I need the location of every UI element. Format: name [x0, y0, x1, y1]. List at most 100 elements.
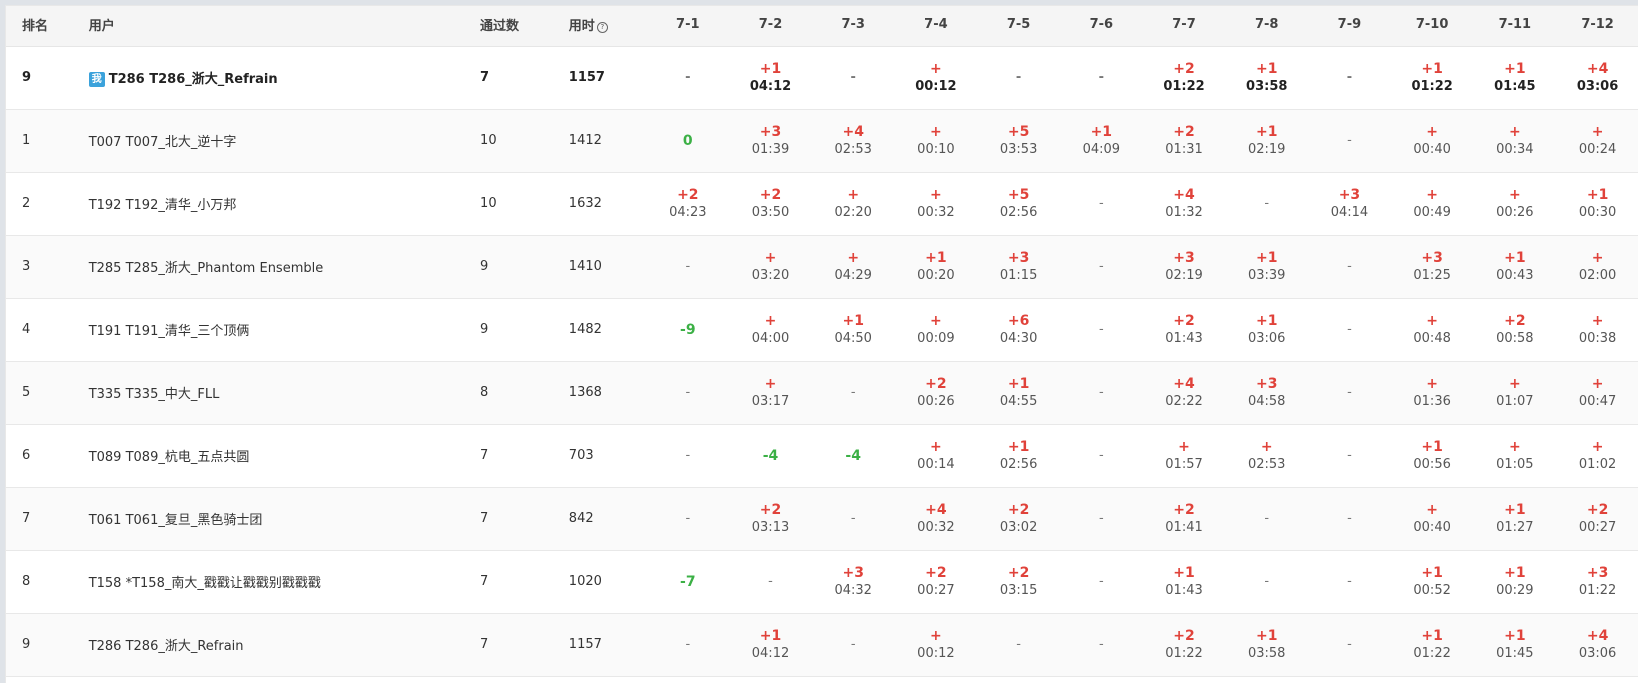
problem-cell-7-2[interactable]: -4	[729, 424, 812, 488]
header-problem-7-8[interactable]: 7-8	[1225, 6, 1309, 47]
problem-cell-7-12[interactable]: +2 00:27	[1556, 487, 1638, 551]
help-icon[interactable]: ?	[596, 22, 608, 34]
problem-cell-7-1[interactable]: -	[646, 361, 730, 425]
problem-cell-7-11[interactable]: +1 01:45	[1473, 46, 1557, 110]
problem-cell-7-9[interactable]: -	[1308, 109, 1391, 173]
problem-cell-7-12[interactable]: +4 03:06	[1556, 46, 1638, 110]
user-name[interactable]: T089 T089_杭电_五点共圆	[89, 450, 250, 465]
problem-cell-7-5[interactable]: +6 04:30	[977, 298, 1060, 362]
user-name[interactable]: T286 T286_浙大_Refrain	[109, 72, 278, 87]
user-name[interactable]: T007 T007_北大_逆十字	[89, 135, 237, 150]
problem-cell-7-10[interactable]: +1 01:22	[1390, 613, 1474, 677]
problem-cell-7-3[interactable]: +4 02:53	[811, 109, 895, 173]
problem-cell-7-5[interactable]: +1 04:55	[977, 361, 1060, 425]
problem-cell-7-10[interactable]: +00:49	[1390, 172, 1474, 236]
user-name[interactable]: T285 T285_浙大_Phantom Ensemble	[89, 261, 324, 276]
problem-cell-7-4[interactable]: +4 00:32	[894, 487, 978, 551]
problem-cell-7-6[interactable]: -	[1059, 424, 1143, 488]
problem-cell-7-6[interactable]: -	[1059, 298, 1143, 362]
problem-cell-7-5[interactable]: +2 03:02	[977, 487, 1060, 551]
problem-cell-7-3[interactable]: -	[811, 46, 895, 110]
user-name[interactable]: T158 *T158_南大_戳戳让戳戳别戳戳戳	[89, 576, 321, 591]
problem-cell-7-9[interactable]: -	[1308, 235, 1391, 299]
problem-cell-7-7[interactable]: +4 01:32	[1142, 172, 1226, 236]
user-name[interactable]: T286 T286_浙大_Refrain	[89, 639, 244, 654]
header-problem-7-11[interactable]: 7-11	[1473, 6, 1557, 47]
problem-cell-7-1[interactable]: -	[646, 235, 730, 299]
problem-cell-7-6[interactable]: -	[1059, 235, 1143, 299]
problem-cell-7-6[interactable]: -	[1059, 361, 1143, 425]
problem-cell-7-8[interactable]: +1 02:19	[1225, 109, 1309, 173]
header-problem-7-9[interactable]: 7-9	[1308, 6, 1391, 47]
problem-cell-7-5[interactable]: +3 01:15	[977, 235, 1060, 299]
problem-cell-7-10[interactable]: +1 01:22	[1390, 46, 1474, 110]
problem-cell-7-11[interactable]: +01:07	[1473, 361, 1557, 425]
problem-cell-7-4[interactable]: +2 00:26	[894, 361, 978, 425]
header-problem-7-4[interactable]: 7-4	[894, 6, 978, 47]
header-problem-7-1[interactable]: 7-1	[646, 6, 730, 47]
problem-cell-7-9[interactable]: -	[1308, 487, 1391, 551]
problem-cell-7-6[interactable]: -	[1059, 487, 1143, 551]
problem-cell-7-7[interactable]: +2 01:22	[1142, 613, 1226, 677]
problem-cell-7-4[interactable]: +00:12	[894, 46, 978, 110]
problem-cell-7-2[interactable]: +1 04:12	[729, 613, 812, 677]
problem-cell-7-2[interactable]: +2 03:13	[729, 487, 812, 551]
problem-cell-7-12[interactable]: +1 00:30	[1556, 172, 1638, 236]
header-problem-7-5[interactable]: 7-5	[977, 6, 1060, 47]
problem-cell-7-9[interactable]: -	[1308, 424, 1391, 488]
problem-cell-7-11[interactable]: +1 00:43	[1473, 235, 1557, 299]
problem-cell-7-9[interactable]: -	[1308, 361, 1391, 425]
problem-cell-7-7[interactable]: +3 02:19	[1142, 235, 1226, 299]
problem-cell-7-2[interactable]: +1 04:12	[729, 46, 812, 110]
problem-cell-7-5[interactable]: +2 03:15	[977, 550, 1060, 614]
user-name[interactable]: T335 T335_中大_FLL	[89, 387, 220, 402]
problem-cell-7-1[interactable]: 0	[646, 109, 730, 173]
problem-cell-7-9[interactable]: -	[1308, 550, 1391, 614]
problem-cell-7-11[interactable]: +1 00:29	[1473, 550, 1557, 614]
problem-cell-7-3[interactable]: +3 04:32	[811, 550, 895, 614]
problem-cell-7-3[interactable]: -	[811, 613, 895, 677]
header-problem-7-7[interactable]: 7-7	[1142, 6, 1226, 47]
problem-cell-7-4[interactable]: +00:09	[894, 298, 978, 362]
problem-cell-7-11[interactable]: +00:34	[1473, 109, 1557, 173]
problem-cell-7-2[interactable]: +03:20	[729, 235, 812, 299]
problem-cell-7-11[interactable]: +1 01:45	[1473, 613, 1557, 677]
problem-cell-7-12[interactable]: +00:24	[1556, 109, 1638, 173]
problem-cell-7-2[interactable]: +3 01:39	[729, 109, 812, 173]
problem-cell-7-7[interactable]: +2 01:43	[1142, 298, 1226, 362]
problem-cell-7-3[interactable]: -	[811, 487, 895, 551]
problem-cell-7-3[interactable]: -	[811, 361, 895, 425]
problem-cell-7-1[interactable]: +2 04:23	[646, 172, 730, 236]
problem-cell-7-7[interactable]: +01:57	[1142, 424, 1226, 488]
user-name[interactable]: T061 T061_复旦_黑色骑士团	[89, 513, 263, 528]
problem-cell-7-12[interactable]: +00:47	[1556, 361, 1638, 425]
problem-cell-7-2[interactable]: -	[729, 550, 812, 614]
problem-cell-7-8[interactable]: +1 03:39	[1225, 235, 1309, 299]
problem-cell-7-8[interactable]: -	[1225, 487, 1309, 551]
problem-cell-7-6[interactable]: -	[1059, 46, 1143, 110]
problem-cell-7-4[interactable]: +00:14	[894, 424, 978, 488]
problem-cell-7-8[interactable]: -	[1225, 172, 1309, 236]
problem-cell-7-8[interactable]: +1 03:58	[1225, 613, 1309, 677]
problem-cell-7-4[interactable]: +00:32	[894, 172, 978, 236]
problem-cell-7-12[interactable]: +3 01:22	[1556, 550, 1638, 614]
problem-cell-7-4[interactable]: +1 00:20	[894, 235, 978, 299]
problem-cell-7-1[interactable]: -9	[646, 298, 730, 362]
problem-cell-7-5[interactable]: +5 02:56	[977, 172, 1060, 236]
problem-cell-7-5[interactable]: -	[977, 46, 1060, 110]
problem-cell-7-4[interactable]: +00:10	[894, 109, 978, 173]
user-name[interactable]: T192 T192_清华_小万邦	[89, 198, 237, 213]
problem-cell-7-8[interactable]: +02:53	[1225, 424, 1309, 488]
problem-cell-7-9[interactable]: -	[1308, 46, 1391, 110]
problem-cell-7-8[interactable]: +3 04:58	[1225, 361, 1309, 425]
problem-cell-7-12[interactable]: +4 03:06	[1556, 613, 1638, 677]
problem-cell-7-7[interactable]: +1 01:43	[1142, 550, 1226, 614]
problem-cell-7-2[interactable]: +2 03:50	[729, 172, 812, 236]
problem-cell-7-1[interactable]: -	[646, 613, 730, 677]
problem-cell-7-10[interactable]: +00:48	[1390, 298, 1474, 362]
problem-cell-7-7[interactable]: +2 01:31	[1142, 109, 1226, 173]
problem-cell-7-11[interactable]: +1 01:27	[1473, 487, 1557, 551]
problem-cell-7-5[interactable]: +5 03:53	[977, 109, 1060, 173]
problem-cell-7-1[interactable]: -	[646, 424, 730, 488]
problem-cell-7-1[interactable]: -7	[646, 550, 730, 614]
